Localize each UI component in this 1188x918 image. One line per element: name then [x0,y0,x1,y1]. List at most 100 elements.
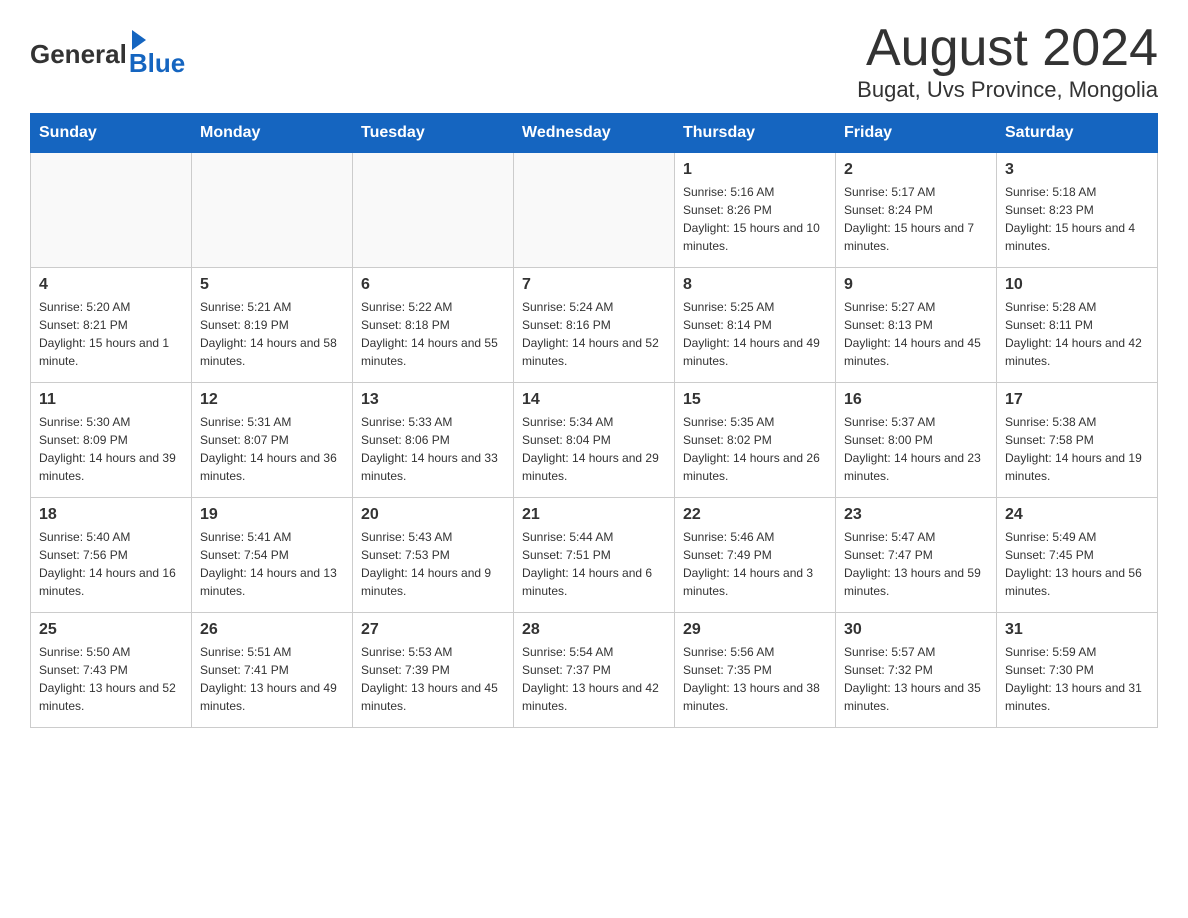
day-info: Sunrise: 5:24 AM Sunset: 8:16 PM Dayligh… [522,298,666,370]
calendar-cell [353,153,514,268]
day-info: Sunrise: 5:33 AM Sunset: 8:06 PM Dayligh… [361,413,505,485]
calendar-cell: 25 Sunrise: 5:50 AM Sunset: 7:43 PM Dayli… [31,613,192,728]
calendar-cell [514,153,675,268]
calendar-cell: 24 Sunrise: 5:49 AM Sunset: 7:45 PM Dayli… [997,498,1158,613]
day-info: Sunrise: 5:49 AM Sunset: 7:45 PM Dayligh… [1005,528,1149,600]
title-area: August 2024 Bugat, Uvs Province, Mongoli… [857,20,1158,103]
calendar-cell: 12 Sunrise: 5:31 AM Sunset: 8:07 PM Dayli… [192,383,353,498]
calendar-cell: 30 Sunrise: 5:57 AM Sunset: 7:32 PM Dayli… [836,613,997,728]
day-number: 13 [361,391,505,409]
day-info: Sunrise: 5:31 AM Sunset: 8:07 PM Dayligh… [200,413,344,485]
day-info: Sunrise: 5:56 AM Sunset: 7:35 PM Dayligh… [683,643,827,715]
day-number: 27 [361,621,505,639]
calendar-cell: 13 Sunrise: 5:33 AM Sunset: 8:06 PM Dayli… [353,383,514,498]
logo-general-text: General [30,39,127,70]
day-info: Sunrise: 5:18 AM Sunset: 8:23 PM Dayligh… [1005,183,1149,255]
day-info: Sunrise: 5:44 AM Sunset: 7:51 PM Dayligh… [522,528,666,600]
day-number: 26 [200,621,344,639]
day-info: Sunrise: 5:16 AM Sunset: 8:26 PM Dayligh… [683,183,827,255]
day-number: 29 [683,621,827,639]
day-number: 23 [844,506,988,524]
day-number: 30 [844,621,988,639]
day-info: Sunrise: 5:47 AM Sunset: 7:47 PM Dayligh… [844,528,988,600]
calendar-cell: 4 Sunrise: 5:20 AM Sunset: 8:21 PM Daylig… [31,268,192,383]
calendar-header-row: SundayMondayTuesdayWednesdayThursdayFrid… [31,114,1158,153]
day-number: 5 [200,276,344,294]
day-number: 3 [1005,161,1149,179]
day-info: Sunrise: 5:51 AM Sunset: 7:41 PM Dayligh… [200,643,344,715]
day-number: 8 [683,276,827,294]
calendar-week-5: 25 Sunrise: 5:50 AM Sunset: 7:43 PM Dayli… [31,613,1158,728]
calendar-cell [192,153,353,268]
calendar-cell: 28 Sunrise: 5:54 AM Sunset: 7:37 PM Dayli… [514,613,675,728]
calendar-cell: 6 Sunrise: 5:22 AM Sunset: 8:18 PM Daylig… [353,268,514,383]
day-info: Sunrise: 5:20 AM Sunset: 8:21 PM Dayligh… [39,298,183,370]
day-info: Sunrise: 5:41 AM Sunset: 7:54 PM Dayligh… [200,528,344,600]
calendar-cell: 17Sunrise: 5:38 AM Sunset: 7:58 PM Dayli… [997,383,1158,498]
calendar-cell: 20 Sunrise: 5:43 AM Sunset: 7:53 PM Dayli… [353,498,514,613]
calendar-header-sunday: Sunday [31,114,192,153]
calendar-cell: 18 Sunrise: 5:40 AM Sunset: 7:56 PM Dayli… [31,498,192,613]
calendar-cell: 9 Sunrise: 5:27 AM Sunset: 8:13 PM Daylig… [836,268,997,383]
calendar-cell: 1 Sunrise: 5:16 AM Sunset: 8:26 PM Daylig… [675,153,836,268]
day-number: 11 [39,391,183,409]
day-number: 31 [1005,621,1149,639]
day-number: 25 [39,621,183,639]
day-number: 6 [361,276,505,294]
day-info: Sunrise: 5:30 AM Sunset: 8:09 PM Dayligh… [39,413,183,485]
day-info: Sunrise: 5:50 AM Sunset: 7:43 PM Dayligh… [39,643,183,715]
day-number: 12 [200,391,344,409]
day-number: 14 [522,391,666,409]
calendar-cell: 3 Sunrise: 5:18 AM Sunset: 8:23 PM Daylig… [997,153,1158,268]
calendar-cell: 15Sunrise: 5:35 AM Sunset: 8:02 PM Dayli… [675,383,836,498]
calendar-cell: 23 Sunrise: 5:47 AM Sunset: 7:47 PM Dayli… [836,498,997,613]
day-number: 18 [39,506,183,524]
day-info: Sunrise: 5:37 AM Sunset: 8:00 PM Dayligh… [844,413,988,485]
calendar-cell: 8 Sunrise: 5:25 AM Sunset: 8:14 PM Daylig… [675,268,836,383]
day-info: Sunrise: 5:53 AM Sunset: 7:39 PM Dayligh… [361,643,505,715]
location-title: Bugat, Uvs Province, Mongolia [857,77,1158,103]
calendar-cell: 26 Sunrise: 5:51 AM Sunset: 7:41 PM Dayli… [192,613,353,728]
day-info: Sunrise: 5:28 AM Sunset: 8:11 PM Dayligh… [1005,298,1149,370]
day-info: Sunrise: 5:40 AM Sunset: 7:56 PM Dayligh… [39,528,183,600]
day-info: Sunrise: 5:43 AM Sunset: 7:53 PM Dayligh… [361,528,505,600]
day-info: Sunrise: 5:27 AM Sunset: 8:13 PM Dayligh… [844,298,988,370]
calendar-week-3: 11 Sunrise: 5:30 AM Sunset: 8:09 PM Dayli… [31,383,1158,498]
calendar-cell: 19Sunrise: 5:41 AM Sunset: 7:54 PM Dayli… [192,498,353,613]
day-number: 4 [39,276,183,294]
page-header: General Blue August 2024 Bugat, Uvs Prov… [30,20,1158,103]
day-number: 20 [361,506,505,524]
calendar-cell: 2Sunrise: 5:17 AM Sunset: 8:24 PM Daylig… [836,153,997,268]
calendar-cell: 21Sunrise: 5:44 AM Sunset: 7:51 PM Dayli… [514,498,675,613]
logo: General Blue [30,30,185,79]
day-info: Sunrise: 5:46 AM Sunset: 7:49 PM Dayligh… [683,528,827,600]
day-number: 16 [844,391,988,409]
day-number: 1 [683,161,827,179]
calendar-header-saturday: Saturday [997,114,1158,153]
day-number: 2 [844,161,988,179]
day-number: 9 [844,276,988,294]
day-info: Sunrise: 5:57 AM Sunset: 7:32 PM Dayligh… [844,643,988,715]
day-info: Sunrise: 5:22 AM Sunset: 8:18 PM Dayligh… [361,298,505,370]
calendar-header-friday: Friday [836,114,997,153]
calendar-cell: 27 Sunrise: 5:53 AM Sunset: 7:39 PM Dayli… [353,613,514,728]
day-number: 15 [683,391,827,409]
logo-arrow-icon [132,30,146,50]
day-number: 28 [522,621,666,639]
calendar-cell: 22Sunrise: 5:46 AM Sunset: 7:49 PM Dayli… [675,498,836,613]
day-number: 24 [1005,506,1149,524]
calendar-cell [31,153,192,268]
calendar-cell: 10Sunrise: 5:28 AM Sunset: 8:11 PM Dayli… [997,268,1158,383]
calendar-cell: 5Sunrise: 5:21 AM Sunset: 8:19 PM Daylig… [192,268,353,383]
day-info: Sunrise: 5:25 AM Sunset: 8:14 PM Dayligh… [683,298,827,370]
calendar-cell: 29 Sunrise: 5:56 AM Sunset: 7:35 PM Dayli… [675,613,836,728]
day-number: 7 [522,276,666,294]
day-number: 17 [1005,391,1149,409]
calendar-week-2: 4 Sunrise: 5:20 AM Sunset: 8:21 PM Daylig… [31,268,1158,383]
calendar-week-4: 18 Sunrise: 5:40 AM Sunset: 7:56 PM Dayli… [31,498,1158,613]
calendar-cell: 7 Sunrise: 5:24 AM Sunset: 8:16 PM Daylig… [514,268,675,383]
day-info: Sunrise: 5:54 AM Sunset: 7:37 PM Dayligh… [522,643,666,715]
calendar-header-thursday: Thursday [675,114,836,153]
logo-blue-text: Blue [129,48,185,79]
calendar-table: SundayMondayTuesdayWednesdayThursdayFrid… [30,113,1158,728]
